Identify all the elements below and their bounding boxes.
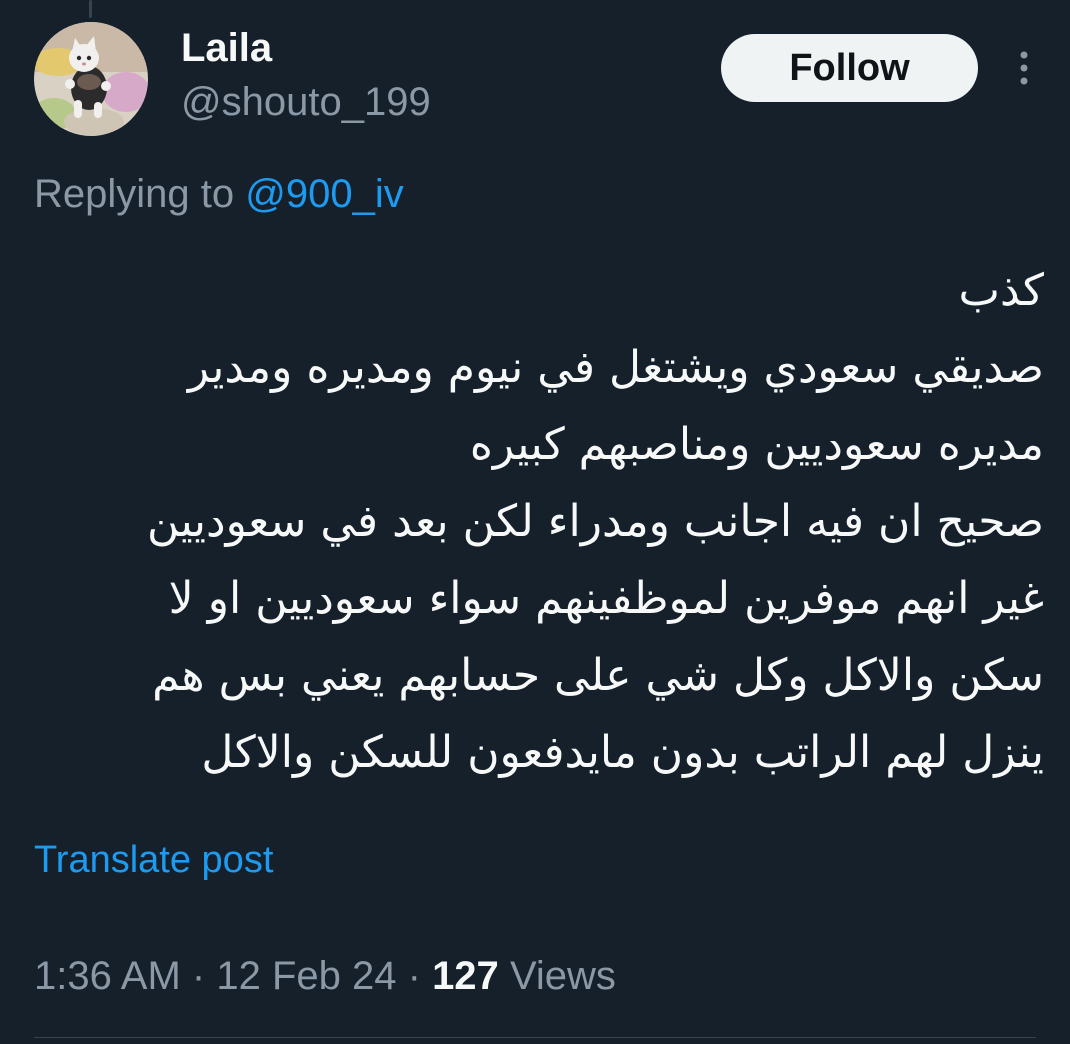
tweet-text: كذب صديقي سعودي ويشتغل في نيوم ومديره وم… bbox=[34, 252, 1044, 791]
meta-separator: · bbox=[191, 954, 206, 998]
tweet-text-line: كذب bbox=[958, 265, 1044, 316]
reply-context: Replying to @900_iv bbox=[34, 168, 404, 220]
tweet-metadata: 1:36 AM · 12 Feb 24 · 127 Views bbox=[34, 950, 616, 1002]
reply-mention-link[interactable]: @900_iv bbox=[245, 172, 403, 216]
more-vertical-icon[interactable] bbox=[1010, 48, 1038, 88]
avatar[interactable] bbox=[34, 22, 148, 136]
tweet-detail: Laila @shouto_199 Follow Replying to @90… bbox=[0, 0, 1070, 1044]
tweet-text-line: غير انهم موفرين لموظفينهم سواء سعوديين ا… bbox=[168, 573, 1044, 624]
user-handle[interactable]: @shouto_199 bbox=[181, 76, 431, 128]
tweet-text-line: صديقي سعودي ويشتغل في نيوم ومديره ومدير bbox=[187, 342, 1044, 393]
tweet-text-line: مديره سعوديين ومناصبهم كبيره bbox=[469, 419, 1044, 470]
display-name[interactable]: Laila bbox=[181, 24, 431, 72]
views-count: 127 bbox=[432, 954, 499, 998]
tweet-text-line: صحيح ان فيه اجانب ومدراء لكن بعد في سعود… bbox=[146, 496, 1044, 547]
tweet-time[interactable]: 1:36 AM bbox=[34, 954, 181, 998]
reply-context-label: Replying to bbox=[34, 172, 235, 216]
author-info: Laila @shouto_199 bbox=[181, 24, 431, 128]
divider bbox=[34, 1037, 1036, 1038]
thread-connector-line bbox=[89, 0, 92, 18]
tweet-date[interactable]: 12 Feb 24 bbox=[216, 954, 396, 998]
avatar-image bbox=[34, 22, 148, 136]
meta-separator: · bbox=[407, 954, 421, 998]
follow-button[interactable]: Follow bbox=[721, 34, 978, 102]
views-label: Views bbox=[509, 954, 616, 998]
tweet-text-line: سكن والاكل وكل شي على حسابهم يعني بس هم bbox=[152, 650, 1044, 701]
tweet-text-line: ينزل لهم الراتب بدون مايدفعون للسكن والا… bbox=[201, 727, 1044, 778]
translate-post-link[interactable]: Translate post bbox=[34, 836, 273, 884]
